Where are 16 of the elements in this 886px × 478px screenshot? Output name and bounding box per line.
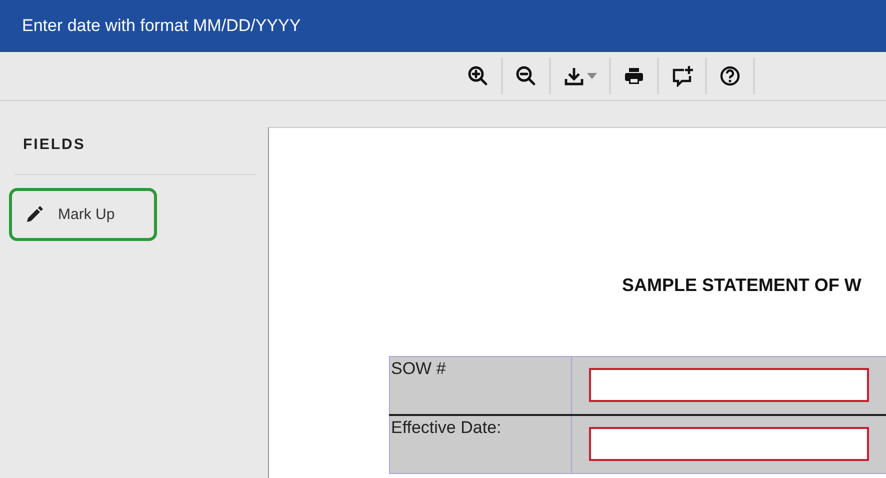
zoom-out-icon [515, 65, 537, 87]
header-title: Enter date with format MM/DD/YYYY [22, 16, 301, 36]
mark-up-item[interactable]: Mark Up [9, 188, 157, 241]
download-icon [563, 65, 585, 87]
table-cell: Effective Date: [390, 415, 572, 474]
fields-heading: FIELDS [22, 135, 86, 155]
pencil-icon [24, 204, 44, 224]
caret-icon [587, 73, 597, 79]
input-field[interactable] [589, 427, 869, 461]
zoom-in-icon [467, 65, 489, 87]
comment-plus-icon [671, 65, 693, 87]
help-icon [719, 65, 741, 87]
table-cell: SOW # [390, 356, 572, 415]
printer-icon [623, 65, 645, 87]
input-field[interactable] [589, 368, 869, 402]
document-title: SAMPLE STATEMENT OF W [622, 275, 862, 295]
